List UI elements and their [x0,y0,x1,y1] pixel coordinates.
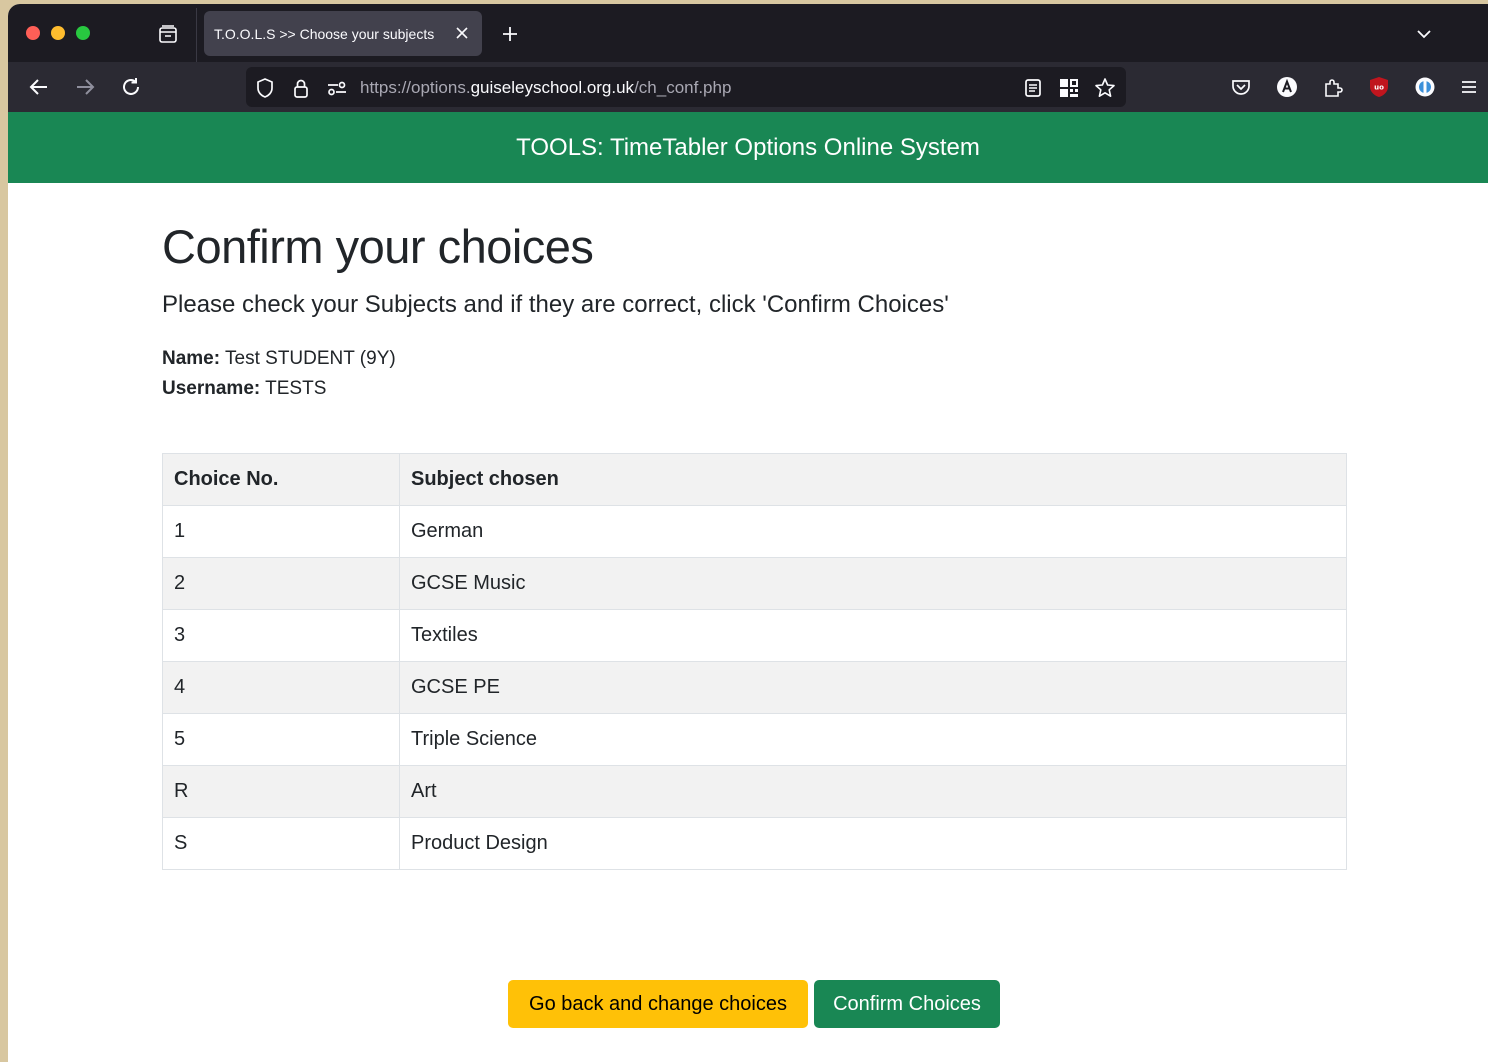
subject-name: Art [399,765,1347,818]
table-row: 2 GCSE Music [162,557,1347,610]
site-title: TOOLS: TimeTabler Options Online System [516,133,980,161]
site-header: TOOLS: TimeTabler Options Online System [8,112,1488,183]
confirm-choices-button[interactable]: Confirm Choices [814,980,1000,1028]
reader-view-button[interactable] [1022,77,1044,99]
tab-close-button[interactable] [452,23,472,43]
column-header-subject: Subject chosen [399,453,1347,506]
pocket-icon [1232,80,1250,95]
choices-table: Choice No. Subject chosen 1 German 2 GCS… [162,453,1347,870]
chevron-down-icon [1417,30,1431,39]
reload-icon [123,78,139,95]
tab-strip: T.O.O.L.S >> Choose your subjects [8,4,1488,62]
tab-separator [196,8,197,62]
close-icon [456,27,468,39]
bookmark-button[interactable] [1094,77,1116,99]
table-row: 1 German [162,505,1347,558]
svg-text:uo: uo [1374,84,1384,92]
table-row: 4 GCSE PE [162,661,1347,714]
app-menu-button[interactable] [1454,72,1484,102]
page-instructions: Please check your Subjects and if they a… [162,291,949,318]
site-security-button[interactable] [290,77,312,99]
addon-icon [1415,77,1435,97]
account-button[interactable] [1272,72,1302,102]
subject-name: Triple Science [399,713,1347,766]
name-label: Name: [162,348,221,369]
name-value: Test STUDENT (9Y) [225,348,396,369]
ublock-button[interactable]: uo [1364,72,1394,102]
list-all-tabs-button[interactable] [1410,20,1438,48]
back-nav-button[interactable] [24,72,54,102]
choice-number: 1 [162,505,400,558]
choice-number: 5 [162,713,400,766]
qr-code-button[interactable] [1058,77,1080,99]
username-label: Username: [162,378,261,399]
subject-name: Textiles [399,609,1347,662]
url-prefix: https://options. [360,78,471,97]
window-close-button[interactable] [26,26,40,40]
choice-number: 4 [162,661,400,714]
subject-name: Product Design [399,817,1347,870]
new-tab-button[interactable] [496,20,524,48]
navigation-toolbar: https://options.guiseleyschool.org.uk/ch… [8,62,1488,112]
browser-window: T.O.O.L.S >> Choose your subjects https:… [8,4,1488,1062]
arrow-left-icon [29,79,47,95]
tab-list-button[interactable] [154,20,182,48]
tab-title: T.O.O.L.S >> Choose your subjects [214,25,435,42]
subject-name: German [399,505,1347,558]
url-text[interactable]: https://options.guiseleyschool.org.uk/ch… [360,78,731,98]
page-title: Confirm your choices [162,220,594,273]
window-maximize-button[interactable] [76,26,90,40]
lock-icon [294,79,308,98]
url-bar[interactable]: https://options.guiseleyschool.org.uk/ch… [246,67,1126,107]
choice-number: R [162,765,400,818]
choice-number: 3 [162,609,400,662]
browser-tab-active[interactable]: T.O.O.L.S >> Choose your subjects [204,11,482,56]
table-row: R Art [162,765,1347,818]
tab-list-icon [159,25,177,43]
choice-number: S [162,817,400,870]
permissions-icon [328,81,346,96]
reload-button[interactable] [116,72,146,102]
column-header-choice-no: Choice No. [162,453,400,506]
puzzle-icon [1325,79,1343,97]
plus-icon [503,27,517,41]
qr-code-icon [1060,79,1078,97]
subject-name: GCSE Music [399,557,1347,610]
window-minimize-button[interactable] [51,26,65,40]
addon-button[interactable] [1410,72,1440,102]
go-back-button[interactable]: Go back and change choices [508,980,808,1028]
arrow-right-icon [77,79,95,95]
site-permissions-button[interactable] [326,77,348,99]
choice-number: 2 [162,557,400,610]
star-icon [1095,78,1115,98]
action-buttons: Go back and change choices Confirm Choic… [508,980,1000,1028]
account-icon [1277,77,1297,97]
table-row: S Product Design [162,817,1347,870]
hamburger-menu-icon [1462,81,1476,93]
table-row: 5 Triple Science [162,713,1347,766]
tracking-protection-button[interactable] [254,77,276,99]
pocket-button[interactable] [1226,72,1256,102]
table-header-row: Choice No. Subject chosen [162,453,1347,506]
table-row: 3 Textiles [162,609,1347,662]
ublock-icon: uo [1370,77,1388,97]
reader-view-icon [1025,79,1041,97]
username-value: TESTS [265,378,327,399]
forward-nav-button[interactable] [70,72,100,102]
shield-icon [257,78,273,98]
student-name: Name: Test STUDENT (9Y) [162,348,396,370]
url-path: /ch_conf.php [634,78,732,97]
subject-name: GCSE PE [399,661,1347,714]
extensions-button[interactable] [1318,72,1348,102]
url-domain: guiseleyschool.org.uk [470,78,635,97]
student-username: Username: TESTS [162,378,326,400]
